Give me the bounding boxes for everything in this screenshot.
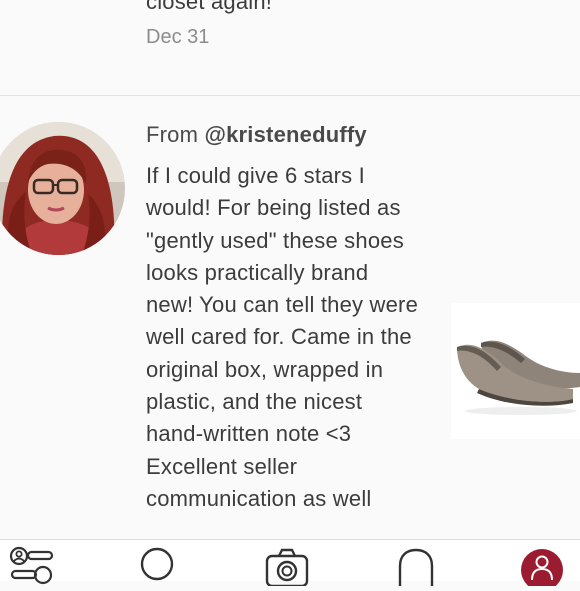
comment-divider	[0, 95, 580, 96]
comment-author[interactable]: From @kristeneduffy	[146, 122, 367, 148]
tab-feed[interactable]	[8, 546, 56, 586]
comment-text: If I could give 6 stars I would! For bei…	[146, 163, 419, 511]
tab-notifications[interactable]	[392, 546, 440, 586]
account-icon	[521, 549, 563, 591]
bell-icon	[398, 548, 434, 586]
shoe-image	[451, 303, 580, 439]
product-thumbnail[interactable]	[451, 303, 580, 439]
bottom-tab-bar	[0, 539, 580, 591]
tab-camera[interactable]	[263, 546, 311, 588]
reviewer-avatar[interactable]	[0, 122, 125, 255]
from-prefix: From	[146, 122, 205, 147]
tab-account[interactable]	[518, 546, 566, 591]
avatar-photo	[0, 122, 125, 255]
camera-icon	[265, 548, 309, 588]
comment-username[interactable]: @kristeneduffy	[204, 122, 366, 147]
tab-search[interactable]	[134, 546, 182, 586]
previous-comment-text: closet again!	[146, 0, 273, 14]
search-icon	[140, 547, 174, 581]
previous-comment-date: Dec 31	[146, 26, 210, 48]
feed-list-icon	[9, 546, 54, 585]
